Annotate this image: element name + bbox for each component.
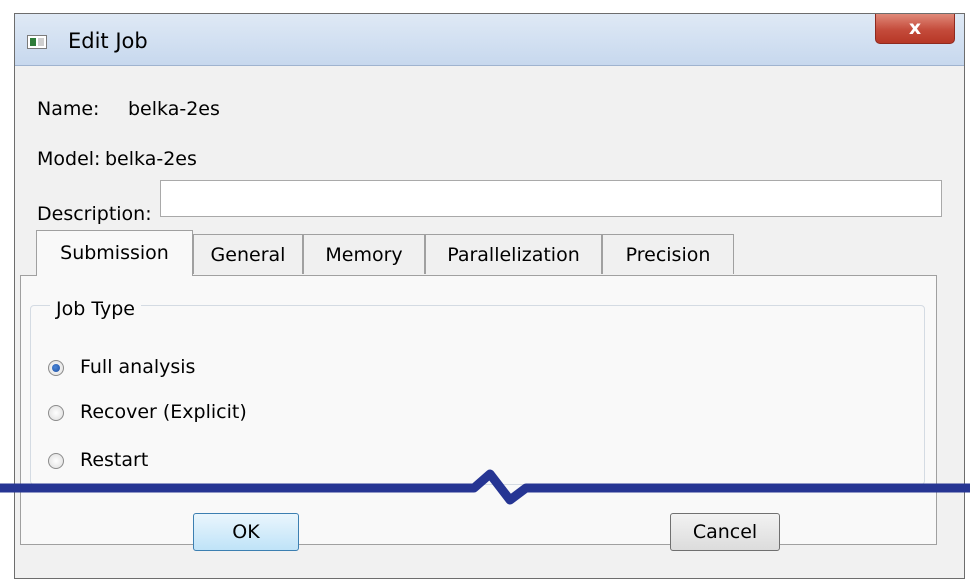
- full-analysis-radio[interactable]: [48, 360, 64, 376]
- job-type-group: [30, 305, 925, 485]
- full-analysis-label: Full analysis: [80, 356, 196, 378]
- tab-parallelization[interactable]: Parallelization: [425, 234, 602, 274]
- model-value: belka-2es: [105, 148, 197, 170]
- app-window-icon: [27, 35, 47, 49]
- cancel-button[interactable]: Cancel: [670, 513, 780, 551]
- name-value: belka-2es: [128, 98, 220, 120]
- break-line-marker: [0, 469, 970, 505]
- description-field[interactable]: [160, 180, 942, 217]
- tab-submission[interactable]: Submission: [36, 230, 193, 276]
- window-title: Edit Job: [68, 29, 148, 53]
- tab-memory[interactable]: Memory: [303, 234, 425, 274]
- job-type-title: Job Type: [50, 298, 141, 320]
- close-button[interactable]: x: [875, 14, 955, 44]
- title-bar[interactable]: Edit Job x: [15, 14, 964, 66]
- close-icon: x: [908, 17, 922, 39]
- name-label: Name:: [37, 98, 100, 120]
- recover-explicit-label: Recover (Explicit): [80, 401, 247, 423]
- ok-button[interactable]: OK: [193, 513, 299, 551]
- tab-precision[interactable]: Precision: [602, 234, 734, 274]
- model-label: Model:: [37, 148, 101, 170]
- recover-explicit-radio[interactable]: [48, 405, 64, 421]
- tab-general[interactable]: General: [193, 234, 303, 274]
- description-label: Description:: [37, 203, 152, 225]
